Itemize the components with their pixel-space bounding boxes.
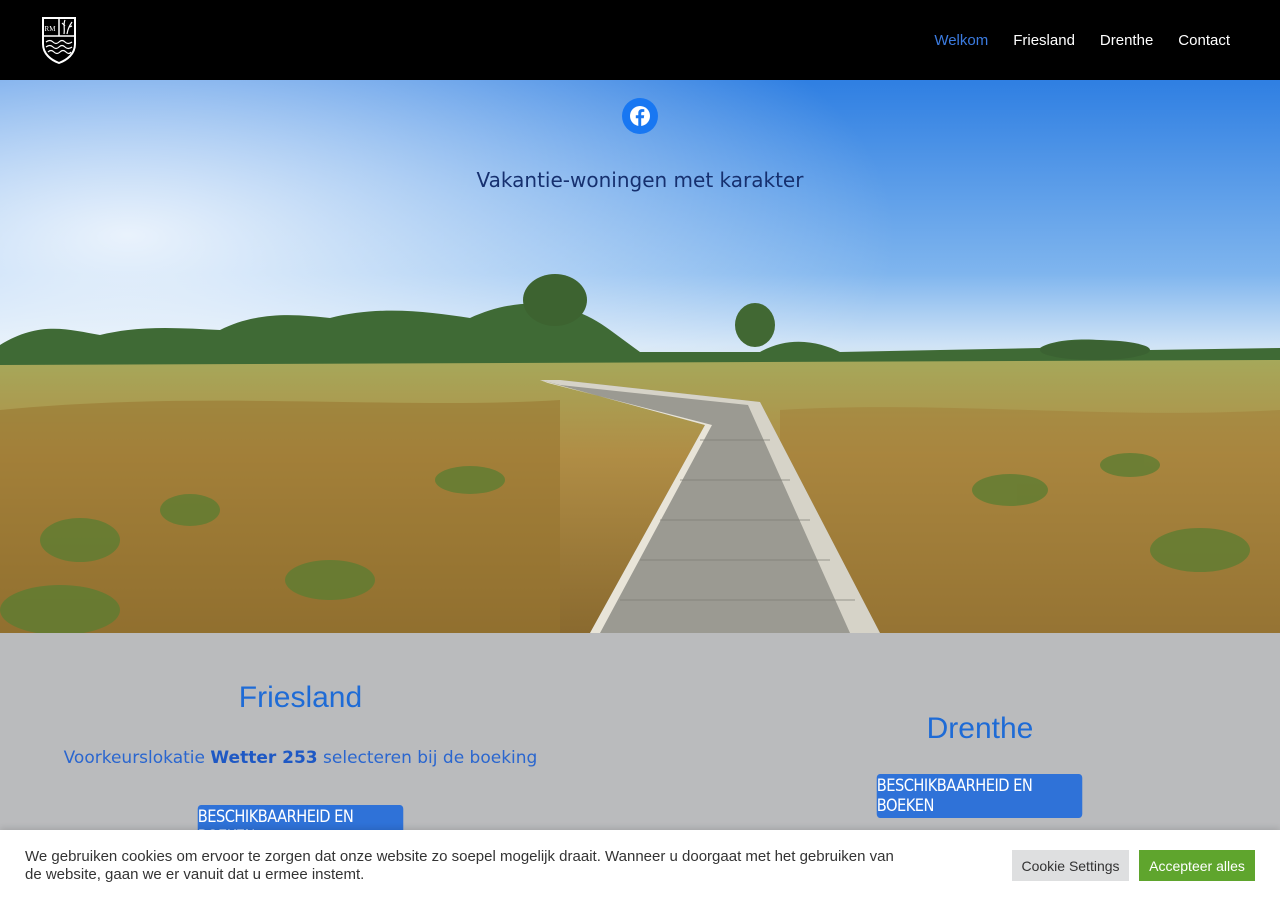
logo-shield-icon[interactable]: RM — [40, 16, 78, 65]
facebook-icon — [630, 106, 650, 126]
friesland-note-location: Wetter 253 — [210, 748, 318, 768]
hero-title: Vakantie-woningen met karakter — [476, 168, 804, 192]
main-nav: Welkom Friesland Drenthe Contact — [909, 0, 1230, 80]
friesland-title: Friesland — [238, 681, 363, 714]
friesland-note-text: Voorkeurslokatie — [63, 748, 211, 768]
nav-contact[interactable]: Contact — [1178, 32, 1230, 49]
site-header: RM Welkom Friesland Drenthe Contact — [0, 0, 1280, 80]
nav-friesland[interactable]: Friesland — [1013, 32, 1075, 49]
svg-text:RM: RM — [45, 25, 57, 33]
friesland-note-text-end: selecteren bij de boeking — [317, 748, 538, 768]
drenthe-title: Drenthe — [926, 712, 1034, 745]
heath-boardwalk-landscape — [0, 80, 1280, 633]
friesland-note: Voorkeurslokatie Wetter 253 selecteren b… — [40, 748, 561, 768]
cookie-consent-bar: We gebruiken cookies om ervoor te zorgen… — [0, 830, 1280, 900]
nav-welkom[interactable]: Welkom — [934, 32, 988, 49]
nav-drenthe[interactable]: Drenthe — [1100, 32, 1153, 49]
cookie-settings-button[interactable]: Cookie Settings — [1012, 850, 1129, 881]
facebook-link[interactable] — [622, 98, 658, 134]
cookie-message: We gebruiken cookies om ervoor te zorgen… — [25, 848, 894, 883]
accept-all-button[interactable]: Accepteer alles — [1139, 850, 1255, 881]
hero-banner: Vakantie-woningen met karakter — [0, 80, 1280, 633]
drenthe-book-button[interactable]: BESCHIKBAARHEID EN BOEKEN — [876, 774, 1083, 818]
